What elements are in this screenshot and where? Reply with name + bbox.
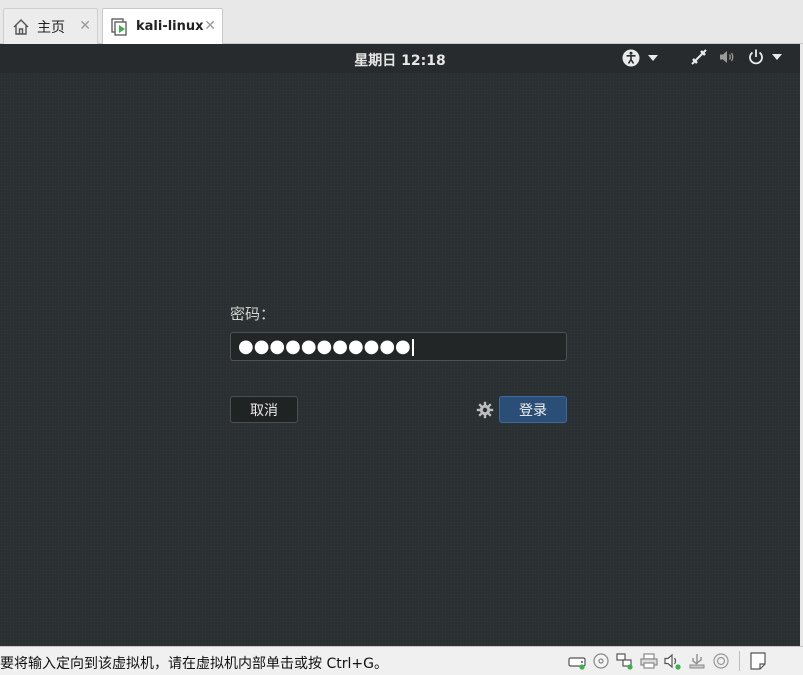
password-value: ●●●●●●●●●●● — [238, 336, 411, 357]
tab-kali-linux-label: kali-linux — [136, 19, 204, 34]
cd-icon[interactable] — [589, 651, 613, 671]
login-button[interactable]: 登录 — [499, 396, 567, 423]
sound-icon[interactable] — [661, 651, 685, 671]
display-icon[interactable] — [709, 651, 733, 671]
gnome-top-bar: 星期日 12:18 — [0, 44, 800, 73]
vm-icon — [110, 17, 130, 37]
home-icon — [11, 17, 31, 37]
device-tray — [565, 651, 770, 671]
power-icon — [747, 48, 765, 66]
system-menu[interactable] — [690, 48, 782, 66]
status-bar: 要将输入定向到该虚拟机，请在虚拟机内部单击或按 Ctrl+G。 — [0, 646, 803, 675]
tab-home[interactable]: 主页 ✕ — [3, 8, 98, 44]
cancel-button[interactable]: 取消 — [230, 396, 298, 423]
chevron-down-icon — [772, 54, 782, 60]
tab-home-close-icon[interactable]: ✕ — [79, 18, 91, 34]
printer-icon[interactable] — [637, 651, 661, 671]
gear-icon[interactable] — [476, 401, 494, 423]
message-icon[interactable] — [746, 651, 770, 671]
clock[interactable]: 星期日 12:18 — [0, 50, 800, 70]
tray-separator — [739, 651, 740, 671]
tab-kali-linux[interactable]: kali-linux ✕ — [102, 8, 223, 45]
password-input[interactable]: ●●●●●●●●●●● — [230, 332, 567, 361]
network-adapter-icon[interactable] — [613, 651, 637, 671]
status-message: 要将输入定向到该虚拟机，请在虚拟机内部单击或按 Ctrl+G。 — [0, 656, 388, 672]
vm-screen[interactable]: 星期日 12:18 密码： ●●●●●●●●●●● 取消 登录 — [0, 44, 800, 646]
usb-icon[interactable] — [685, 651, 709, 671]
password-label: 密码： — [230, 305, 276, 323]
volume-icon — [718, 48, 736, 66]
accessibility-menu[interactable] — [621, 48, 658, 68]
tab-home-label: 主页 — [37, 19, 65, 36]
tab-kali-linux-close-icon[interactable]: ✕ — [204, 18, 216, 34]
hard-disk-icon[interactable] — [565, 651, 589, 671]
tab-bar: 主页 ✕ kali-linux ✕ — [0, 0, 803, 45]
accessibility-icon — [621, 48, 641, 68]
text-caret — [411, 338, 414, 356]
network-icon — [690, 48, 708, 66]
chevron-down-icon — [648, 55, 658, 61]
